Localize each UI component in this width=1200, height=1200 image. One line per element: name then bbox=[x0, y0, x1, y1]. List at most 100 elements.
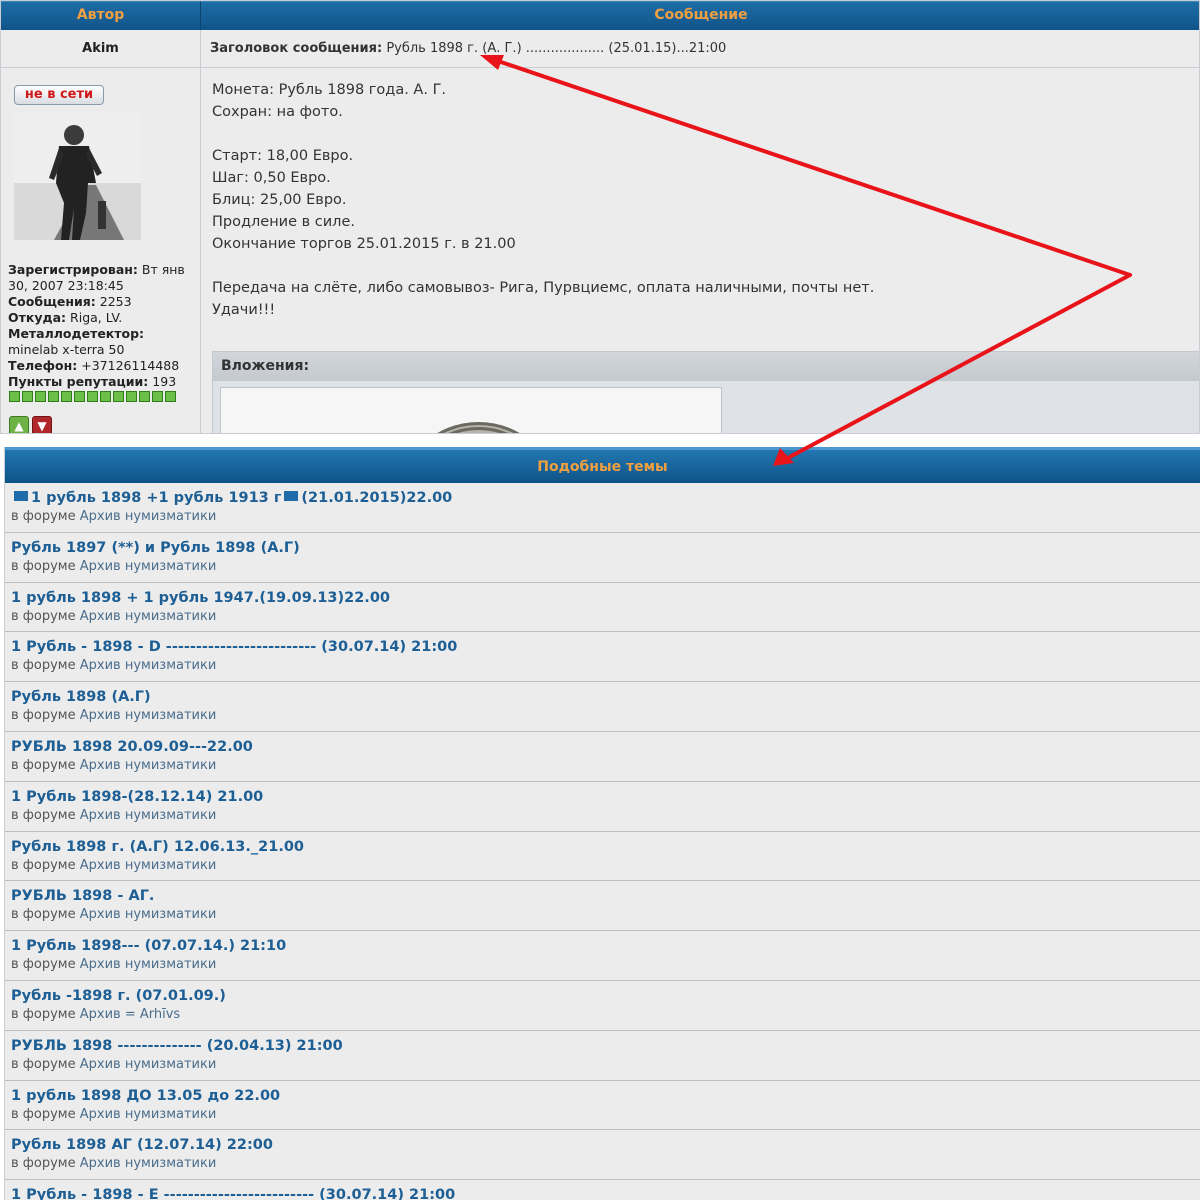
topic-forum-info: в форуме Архив нумизматики bbox=[11, 508, 1200, 526]
topic-title-link[interactable]: Рубль -1898 г. (07.01.09.) bbox=[11, 987, 1200, 1005]
forum-link[interactable]: Архив нумизматики bbox=[80, 609, 217, 624]
subject-text: Рубль 1898 г. (А. Г.) ..................… bbox=[386, 41, 727, 56]
forum-prefix: в форуме bbox=[11, 1106, 76, 1122]
reputation-point bbox=[61, 391, 72, 402]
author-name[interactable]: Akim bbox=[1, 30, 201, 68]
forum-link[interactable]: Архив нумизматики bbox=[80, 1057, 217, 1072]
thumbs-up-icon[interactable]: ▲ bbox=[9, 416, 29, 433]
message-line: Удачи!!! bbox=[212, 302, 276, 318]
forum-prefix: в форуме bbox=[11, 1006, 76, 1022]
forum-link[interactable]: Архив нумизматики bbox=[80, 509, 217, 524]
forum-link[interactable]: Архив нумизматики bbox=[80, 658, 217, 673]
message-line: Окончание торгов 25.01.2015 г. в 21.00 bbox=[212, 236, 516, 252]
topic-forum-info: в форуме Архив нумизматики bbox=[11, 1056, 1200, 1074]
reputation-label: Пункты репутации: bbox=[8, 374, 149, 389]
post-container: Автор Сообщение Akim Заголовок сообщения… bbox=[0, 0, 1200, 434]
topic-forum-info: в форуме Архив нумизматики bbox=[11, 757, 1200, 775]
topic-title-link[interactable]: 1 рубль 1898 +1 рубль 1913 г (21.01.2015)… bbox=[11, 489, 1200, 507]
forum-link[interactable]: Архив нумизматики bbox=[80, 858, 217, 873]
forum-prefix: в форуме bbox=[11, 1156, 76, 1172]
avatar[interactable] bbox=[14, 113, 141, 240]
attachments-label: Вложения: bbox=[213, 352, 1199, 381]
forum-link[interactable]: Архив нумизматики bbox=[80, 1156, 217, 1171]
registered-label: Зарегистрирован: bbox=[8, 262, 138, 277]
topic-title-link[interactable]: 1 Рубль 1898-(28.12.14) 21.00 bbox=[11, 788, 1200, 806]
flag-icon bbox=[284, 491, 299, 501]
post-subject: Заголовок сообщения: Рубль 1898 г. (А. Г… bbox=[201, 30, 1199, 68]
message-body: Монета: Рубль 1898 года. А. Г. Сохран: на… bbox=[212, 79, 1192, 321]
topic-forum-info: в форуме Архив = Arhīvs bbox=[11, 1006, 1200, 1024]
forum-link[interactable]: Архив нумизматики bbox=[80, 1107, 217, 1122]
message-line: Передача на слёте, либо самовывоз- Рига,… bbox=[212, 280, 875, 296]
phone-value: +37126114488 bbox=[81, 358, 180, 373]
topic-row: 1 рубль 1898 +1 рубль 1913 г (21.01.2015)… bbox=[5, 483, 1200, 533]
similar-topics-header: Подобные темы bbox=[5, 447, 1200, 483]
topic-forum-info: в форуме Архив нумизматики bbox=[11, 956, 1200, 974]
topic-forum-info: в форуме Архив нумизматики bbox=[11, 558, 1200, 576]
forum-prefix: в форуме bbox=[11, 807, 76, 823]
attachment-image[interactable] bbox=[220, 387, 722, 433]
reputation-bar bbox=[9, 391, 176, 402]
reputation-point bbox=[9, 391, 20, 402]
reputation-point bbox=[48, 391, 59, 402]
reputation-point bbox=[35, 391, 46, 402]
posts-label: Сообщения: bbox=[8, 294, 96, 309]
posts-value: 2253 bbox=[99, 294, 132, 309]
topic-title-link[interactable]: РУБЛЬ 1898 -------------- (20.04.13) 21:… bbox=[11, 1037, 1200, 1055]
similar-topics: Подобные темы 1 рубль 1898 +1 рубль 1913… bbox=[4, 447, 1200, 1200]
topic-forum-info: в форуме Архив нумизматики bbox=[11, 657, 1200, 675]
forum-link[interactable]: Архив нумизматики bbox=[80, 559, 217, 574]
topic-row: 1 Рубль 1898-(28.12.14) 21.00 в форуме Ар… bbox=[5, 781, 1200, 832]
forum-link[interactable]: Архив нумизматики bbox=[80, 708, 217, 723]
topic-forum-info: в форуме Архив нумизматики bbox=[11, 906, 1200, 924]
topic-title-link[interactable]: РУБЛЬ 1898 - АГ. bbox=[11, 887, 1200, 905]
topic-title-link[interactable]: 1 рубль 1898 ДО 13.05 до 22.00 bbox=[11, 1087, 1200, 1105]
forum-prefix: в форуме bbox=[11, 558, 76, 574]
thumbs-down-icon[interactable]: ▼ bbox=[32, 416, 52, 433]
forum-link[interactable]: Архив нумизматики bbox=[80, 758, 217, 773]
topic-title-link[interactable]: РУБЛЬ 1898 20.09.09---22.00 bbox=[11, 738, 1200, 756]
avatar-figure-icon bbox=[14, 113, 141, 240]
detector-value: minelab x-terra 50 bbox=[8, 342, 125, 357]
topic-title-link[interactable]: Рубль 1898 АГ (12.07.14) 22:00 bbox=[11, 1136, 1200, 1154]
topic-row: Рубль -1898 г. (07.01.09.) в форуме Архив… bbox=[5, 980, 1200, 1031]
topic-title-link[interactable]: Рубль 1897 (**) и Рубль 1898 (А.Г) bbox=[11, 539, 1200, 557]
topic-title-link[interactable]: 1 Рубль - 1898 - D ---------------------… bbox=[11, 638, 1200, 656]
reputation-point bbox=[100, 391, 111, 402]
reputation-point bbox=[87, 391, 98, 402]
forum-link[interactable]: Архив нумизматики bbox=[80, 957, 217, 972]
from-label: Откуда: bbox=[8, 310, 67, 325]
topic-title-link[interactable]: Рубль 1898 (А.Г) bbox=[11, 688, 1200, 706]
topic-row: РУБЛЬ 1898 -------------- (20.04.13) 21:… bbox=[5, 1030, 1200, 1081]
detector-label: Металлодетектор: bbox=[8, 326, 145, 341]
topic-title-link[interactable]: 1 рубль 1898 + 1 рубль 1947.(19.09.13)22… bbox=[11, 589, 1200, 607]
forum-link[interactable]: Архив нумизматики bbox=[80, 808, 217, 823]
topic-title-link[interactable]: 1 Рубль 1898--- (07.07.14.) 21:10 bbox=[11, 937, 1200, 955]
subject-label: Заголовок сообщения: bbox=[210, 41, 383, 56]
message-line: Монета: Рубль 1898 года. А. Г. bbox=[212, 82, 447, 98]
topic-title-link[interactable]: Рубль 1898 г. (А.Г) 12.06.13._21.00 bbox=[11, 838, 1200, 856]
message-line: Старт: 18,00 Евро. bbox=[212, 148, 354, 164]
topic-row: РУБЛЬ 1898 - АГ. в форуме Архив нумизмати… bbox=[5, 881, 1200, 932]
topic-row: 1 рубль 1898 + 1 рубль 1947.(19.09.13)22… bbox=[5, 582, 1200, 633]
topic-list: 1 рубль 1898 +1 рубль 1913 г (21.01.2015)… bbox=[5, 483, 1200, 1200]
forum-link[interactable]: Архив = Arhīvs bbox=[80, 1007, 180, 1022]
forum-link[interactable]: Архив нумизматики bbox=[80, 907, 217, 922]
message-column-header: Сообщение bbox=[201, 1, 1199, 30]
topic-row: 1 Рубль - 1898 - E ---------------------… bbox=[5, 1180, 1200, 1200]
topic-title-part: (21.01.2015)22.00 bbox=[301, 490, 453, 506]
profile-details: Зарегистрирован: Вт янв 30, 2007 23:18:4… bbox=[8, 262, 198, 390]
forum-prefix: в форуме bbox=[11, 658, 76, 674]
forum-prefix: в форуме bbox=[11, 757, 76, 773]
forum-prefix: в форуме bbox=[11, 957, 76, 973]
forum-prefix: в форуме bbox=[11, 1056, 76, 1072]
author-profile: не в сети Зарегистрирован: Вт янв 30, 20… bbox=[1, 68, 201, 433]
reputation-value: 193 bbox=[152, 374, 177, 389]
offline-status-badge: не в сети bbox=[14, 85, 104, 105]
topic-forum-info: в форуме Архив нумизматики bbox=[11, 1155, 1200, 1173]
reputation-point bbox=[126, 391, 137, 402]
reputation-point bbox=[22, 391, 33, 402]
topic-title-link[interactable]: 1 Рубль - 1898 - E ---------------------… bbox=[11, 1186, 1200, 1200]
